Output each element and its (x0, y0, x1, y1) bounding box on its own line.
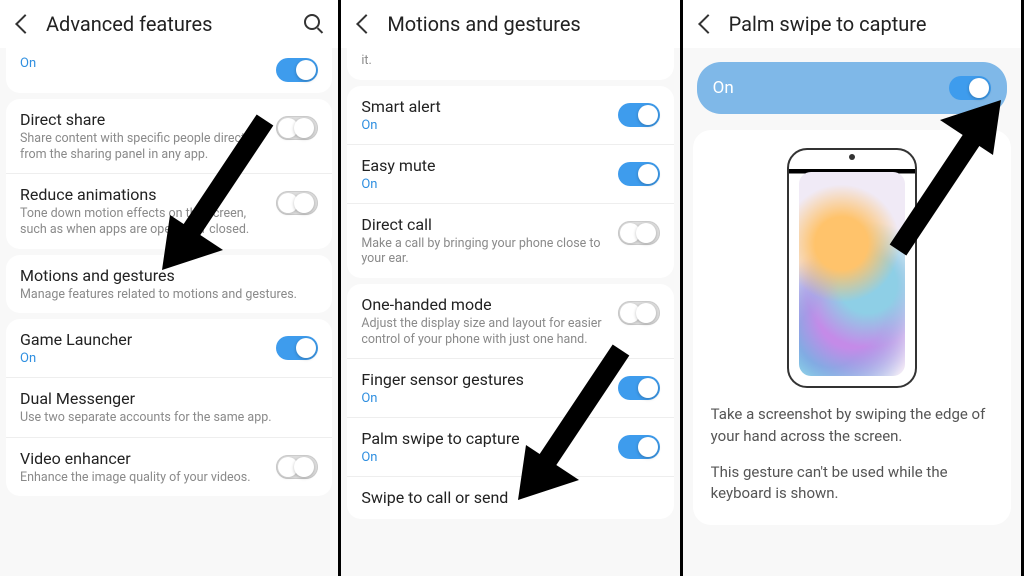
settings-card: Smart alert On Easy mute On Direct call … (347, 86, 673, 278)
page-title: Motions and gestures (387, 12, 665, 36)
row-subtitle: Use two separate accounts for the same a… (20, 410, 318, 426)
row-state: On (361, 177, 607, 192)
row-subtitle: Tone down motion effects on the screen, … (20, 206, 266, 237)
info-text: Take a screenshot by swiping the edge of… (711, 404, 993, 448)
row-title: Direct call (361, 215, 607, 235)
row-easy-mute[interactable]: Easy mute On (347, 145, 673, 204)
settings-card: Game Launcher On Dual Messenger Use two … (6, 319, 332, 496)
toggle-off[interactable] (276, 455, 318, 479)
row-title: Video enhancer (20, 449, 266, 469)
row-title: Motions and gestures (20, 266, 318, 286)
toggle-on[interactable] (618, 103, 660, 127)
row-motions-gestures[interactable]: Motions and gestures Manage features rel… (6, 255, 332, 314)
row-state: On (361, 450, 607, 465)
row-title: Smart alert (361, 97, 607, 117)
row-subtitle-trail: it. (361, 53, 659, 69)
prev-row-trail: it. (347, 48, 673, 80)
toggle-on[interactable] (276, 58, 318, 82)
row-smart-alert[interactable]: Smart alert On (347, 86, 673, 145)
panel-palm-swipe: Palm swipe to capture On Take a screensh… (683, 0, 1024, 576)
settings-card: Direct share Share content with specific… (6, 99, 332, 249)
row-title: Reduce animations (20, 185, 266, 205)
back-icon[interactable] (356, 14, 376, 34)
settings-body: On Direct share Share content with speci… (0, 48, 338, 576)
row-subtitle: Adjust the display size and layout for e… (361, 316, 607, 347)
page-title: Advanced features (46, 12, 304, 36)
row-direct-share[interactable]: Direct share Share content with specific… (6, 99, 332, 174)
settings-card: Motions and gestures Manage features rel… (6, 255, 332, 314)
row-title: Dual Messenger (20, 389, 318, 409)
row-title: One-handed mode (361, 295, 607, 315)
row-finger-sensor-gestures[interactable]: Finger sensor gestures On (347, 359, 673, 418)
toggle-off[interactable] (618, 221, 660, 245)
row-swipe-call-send[interactable]: Swipe to call or send (347, 477, 673, 519)
row-state: On (20, 351, 266, 366)
settings-card: One-handed mode Adjust the display size … (347, 284, 673, 519)
toggle-on[interactable] (949, 76, 991, 100)
back-icon[interactable] (15, 14, 35, 34)
row-subtitle: Manage features related to motions and g… (20, 287, 318, 303)
toggle-off[interactable] (276, 191, 318, 215)
toggle-off[interactable] (276, 116, 318, 140)
info-card: Take a screenshot by swiping the edge of… (693, 130, 1011, 525)
row-title: Swipe to call or send (361, 488, 659, 508)
row-video-enhancer[interactable]: Video enhancer Enhance the image quality… (6, 438, 332, 497)
row-state: On (20, 56, 36, 71)
row-subtitle: Enhance the image quality of your videos… (20, 470, 266, 486)
panel-motions-gestures: Motions and gestures it. Smart alert On … (341, 0, 682, 576)
toggle-on[interactable] (618, 162, 660, 186)
toggle-on[interactable] (618, 376, 660, 400)
search-icon[interactable] (304, 14, 324, 34)
toggle-off[interactable] (618, 301, 660, 325)
row-direct-call[interactable]: Direct call Make a call by bringing your… (347, 204, 673, 278)
back-icon[interactable] (698, 14, 718, 34)
pill-label: On (713, 78, 734, 98)
header: Palm swipe to capture (683, 0, 1021, 48)
info-text: This gesture can't be used while the key… (711, 462, 993, 506)
header: Advanced features (0, 0, 338, 48)
page-title: Palm swipe to capture (729, 12, 1007, 36)
row-game-launcher[interactable]: Game Launcher On (6, 319, 332, 378)
toggle-on[interactable] (276, 336, 318, 360)
row-title: Easy mute (361, 156, 607, 176)
phone-illustration (787, 148, 917, 388)
toggle-on[interactable] (618, 435, 660, 459)
row-title: Direct share (20, 110, 266, 130)
prev-row-trail: On (6, 48, 332, 93)
row-dual-messenger[interactable]: Dual Messenger Use two separate accounts… (6, 378, 332, 438)
row-subtitle: Make a call by bringing your phone close… (361, 236, 607, 267)
row-title: Palm swipe to capture (361, 429, 607, 449)
master-toggle-pill[interactable]: On (697, 62, 1007, 114)
panel-advanced-features: Advanced features On Direct share Share … (0, 0, 341, 576)
row-reduce-animations[interactable]: Reduce animations Tone down motion effec… (6, 174, 332, 248)
header: Motions and gestures (341, 0, 679, 48)
row-state: On (361, 391, 607, 406)
row-one-handed-mode[interactable]: One-handed mode Adjust the display size … (347, 284, 673, 359)
row-palm-swipe-to-capture[interactable]: Palm swipe to capture On (347, 418, 673, 477)
row-subtitle: Share content with specific people direc… (20, 131, 266, 162)
row-state: On (361, 118, 607, 133)
row-title: Game Launcher (20, 330, 266, 350)
row-title: Finger sensor gestures (361, 370, 607, 390)
settings-body: it. Smart alert On Easy mute On Direct c… (341, 48, 679, 576)
